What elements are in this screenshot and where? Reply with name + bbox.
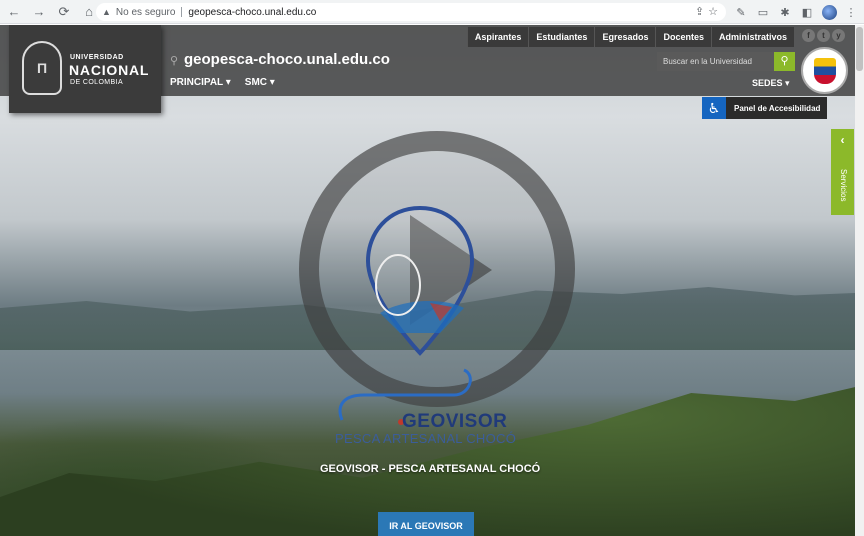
security-label: No es seguro [115,6,176,18]
facebook-icon[interactable]: f [802,29,815,42]
social-links: f t y [802,29,845,42]
ir-al-geovisor-button[interactable]: IR AL GEOVISOR [378,512,474,536]
accessibility-icon: ♿ [702,97,726,119]
logo-line3: DE COLOMBIA [70,79,124,86]
geovisor-brand-sub: PESCA ARTESANAL CHOCÓ [335,431,517,446]
bookmark-star-icon[interactable]: ☆ [708,5,718,18]
address-separator [181,7,183,17]
scrollbar-thumb[interactable] [856,27,863,71]
forward-icon[interactable]: → [28,1,50,23]
top-nav-administrativos[interactable]: Administrativos [710,27,794,47]
extension-icon[interactable]: ▭ [754,3,772,21]
university-logo[interactable]: Π UNIVERSIDAD NACIONAL DE COLOMBIA [9,25,161,113]
accessibility-label: Panel de Accesibilidad [734,103,821,113]
site-title[interactable]: geopesca-choco.unal.edu.co [184,51,390,68]
hero-caption: GEOVISOR - PESCA ARTESANAL CHOCÓ [320,463,541,475]
browser-toolbar: ← → ⟳ ⌂ ▲ No es seguro geopesca-choco.un… [0,0,864,24]
geovisor-brand: GEOVISOR [402,411,508,432]
puzzle-icon[interactable]: ✱ [776,3,794,21]
address-bar[interactable]: ▲ No es seguro geopesca-choco.unal.edu.c… [96,3,726,21]
page-viewport: Aspirantes Estudiantes Egresados Docente… [0,25,864,536]
top-nav-egresados[interactable]: Egresados [594,27,655,47]
reload-icon[interactable]: ⟳ [53,1,75,23]
address-url: geopesca-choco.unal.edu.co [188,6,317,18]
main-nav: PRINCIPAL ▾ SMC ▾ [170,77,275,88]
twitter-icon[interactable]: t [817,29,830,42]
university-seal-icon: Π [22,41,62,95]
top-nav-docentes[interactable]: Docentes [655,27,711,47]
geovisor-logo-icon [365,205,475,356]
sedes-menu[interactable]: SEDES ▾ [752,78,790,89]
nav-smc[interactable]: SMC ▾ [245,77,275,88]
servicios-side-tab[interactable]: ‹ Servicios [831,129,854,215]
logo-line2: NACIONAL [69,62,150,78]
profile-avatar[interactable] [820,3,838,21]
colombia-coat-of-arms-logo[interactable] [801,47,848,94]
nav-principal[interactable]: PRINCIPAL ▾ [170,77,231,88]
top-nav-estudiantes[interactable]: Estudiantes [528,27,594,47]
share-icon[interactable]: ⇪ [695,5,704,18]
logo-line1: UNIVERSIDAD [70,54,124,61]
search-input[interactable]: Buscar en la Universidad [657,52,774,71]
menu-kebab-icon[interactable]: ⋮ [842,3,860,21]
servicios-label: Servicios [839,169,848,202]
page-scrollbar[interactable] [855,25,864,536]
search-icon[interactable]: ⚲ [774,52,795,71]
warning-icon: ▲ [102,7,111,17]
youtube-icon[interactable]: y [832,29,845,42]
eyedropper-icon[interactable]: ✎ [732,3,750,21]
accessibility-panel-button[interactable]: ♿ Panel de Accesibilidad [702,97,827,119]
chevron-left-icon: ‹ [840,133,845,147]
top-nav-aspirantes[interactable]: Aspirantes [466,27,529,47]
location-pin-icon: ⚲ [170,55,179,67]
top-nav: Aspirantes Estudiantes Egresados Docente… [466,27,794,47]
sidebar-icon[interactable]: ◧ [798,3,816,21]
back-icon[interactable]: ← [3,1,25,23]
